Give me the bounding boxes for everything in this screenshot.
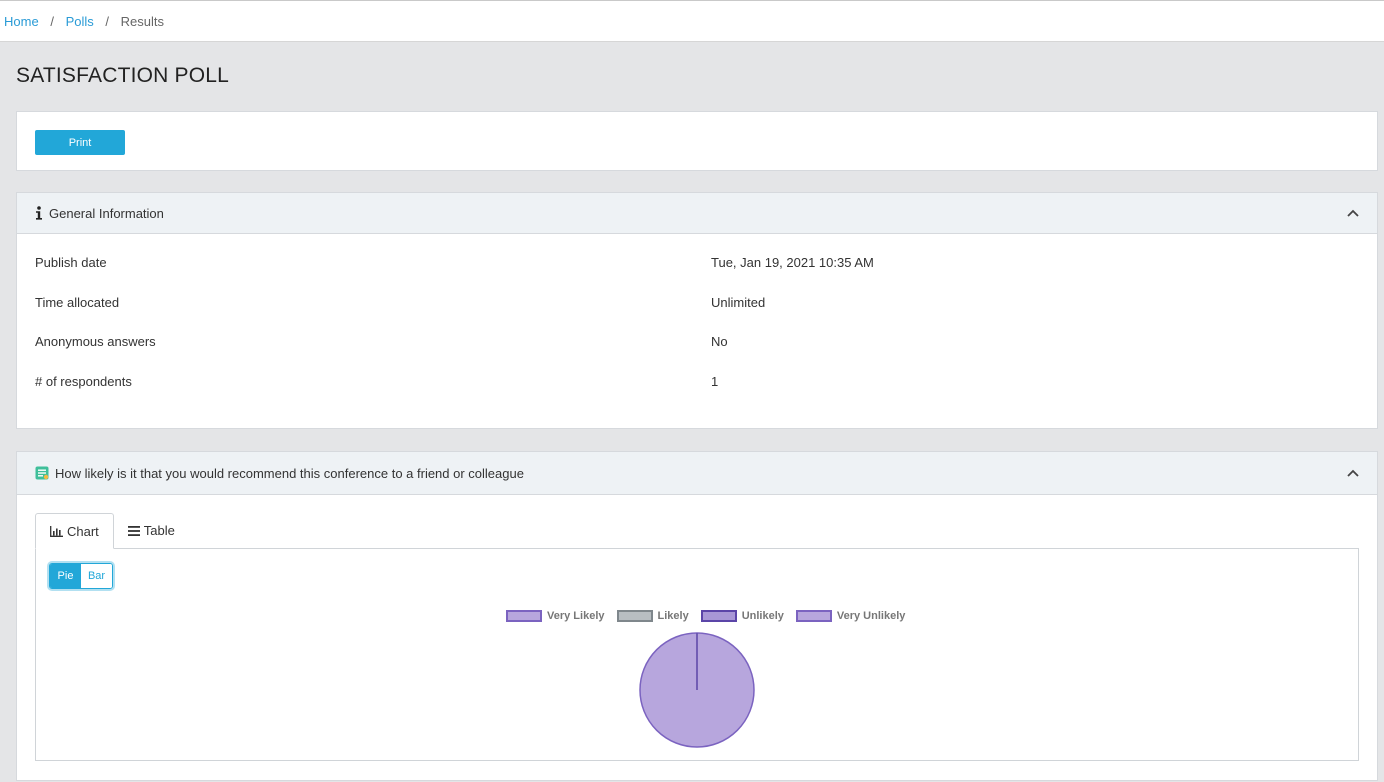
legend-item[interactable]: Very Likely — [506, 610, 605, 622]
print-button[interactable]: Print — [35, 130, 125, 155]
legend-label: Likely — [657, 610, 689, 622]
results-tabs: Chart Table — [35, 513, 189, 549]
breadcrumb-bar: Home / Polls / Results — [0, 0, 1384, 42]
pie-chart-svg — [639, 632, 755, 748]
legend-label: Unlikely — [741, 610, 784, 622]
legend-item[interactable]: Unlikely — [700, 610, 784, 622]
chevron-up-icon[interactable] — [1345, 205, 1361, 221]
breadcrumb-home-link[interactable]: Home — [4, 14, 39, 29]
list-icon — [127, 525, 140, 536]
info-label: Anonymous answers — [35, 333, 156, 349]
page-title: SATISFACTION POLL — [16, 64, 230, 87]
general-information-header[interactable]: General Information — [17, 193, 1377, 234]
tab-table-label: Table — [143, 523, 175, 538]
pie-toggle-button[interactable]: Pie — [50, 564, 81, 588]
question-header[interactable]: How likely is it that you would recommen… — [17, 452, 1377, 495]
question-title: How likely is it that you would recommen… — [55, 465, 524, 481]
legend-swatch — [506, 610, 542, 622]
tab-table[interactable]: Table — [114, 513, 189, 548]
tab-chart[interactable]: Chart — [35, 513, 114, 549]
info-label: # of respondents — [35, 373, 132, 389]
breadcrumb-separator: / — [105, 13, 109, 29]
print-card: Print — [16, 111, 1378, 171]
chart-panel: Pie Bar Very Likely Likely Unlikely Very Un… — [35, 548, 1359, 761]
legend-swatch — [700, 610, 737, 622]
general-information-card: General Information Publish date Tue, Ja… — [16, 192, 1378, 429]
general-information-title: General Information — [49, 205, 164, 221]
breadcrumb-current: Results — [120, 13, 164, 29]
chart-type-toggle: Pie Bar — [49, 563, 113, 589]
legend-label: Very Unlikely — [836, 610, 906, 622]
pie-chart — [638, 631, 756, 749]
info-row-time-allocated: Time allocated Unlimited — [35, 292, 1355, 312]
info-value: 1 — [711, 373, 719, 389]
breadcrumb: Home / Polls / Results — [4, 14, 164, 29]
bar-chart-icon — [50, 525, 63, 537]
info-value: Unlimited — [711, 294, 766, 310]
info-label: Publish date — [35, 254, 107, 270]
breadcrumb-separator: / — [50, 13, 54, 29]
chart-legend: Very Likely Likely Unlikely Very Unlikely — [506, 609, 917, 623]
legend-label: Very Likely — [547, 610, 605, 622]
info-row-respondents: # of respondents 1 — [35, 371, 1355, 391]
breadcrumb-polls-link[interactable]: Polls — [66, 14, 94, 29]
info-label: Time allocated — [35, 294, 120, 310]
question-card: How likely is it that you would recommen… — [16, 451, 1378, 781]
chevron-up-icon[interactable] — [1345, 465, 1361, 481]
legend-item[interactable]: Very Unlikely — [795, 610, 906, 622]
info-icon — [35, 206, 43, 220]
bar-toggle-button[interactable]: Bar — [81, 564, 112, 588]
info-row-anonymous-answers: Anonymous answers No — [35, 331, 1355, 351]
info-value: No — [711, 333, 728, 349]
legend-item[interactable]: Likely — [616, 610, 689, 622]
info-row-publish-date: Publish date Tue, Jan 19, 2021 10:35 AM — [35, 252, 1355, 272]
info-value: Tue, Jan 19, 2021 10:35 AM — [711, 254, 874, 270]
legend-swatch — [795, 610, 832, 622]
poll-list-icon — [35, 466, 49, 480]
legend-swatch — [616, 610, 653, 622]
tab-chart-label: Chart — [67, 523, 99, 539]
